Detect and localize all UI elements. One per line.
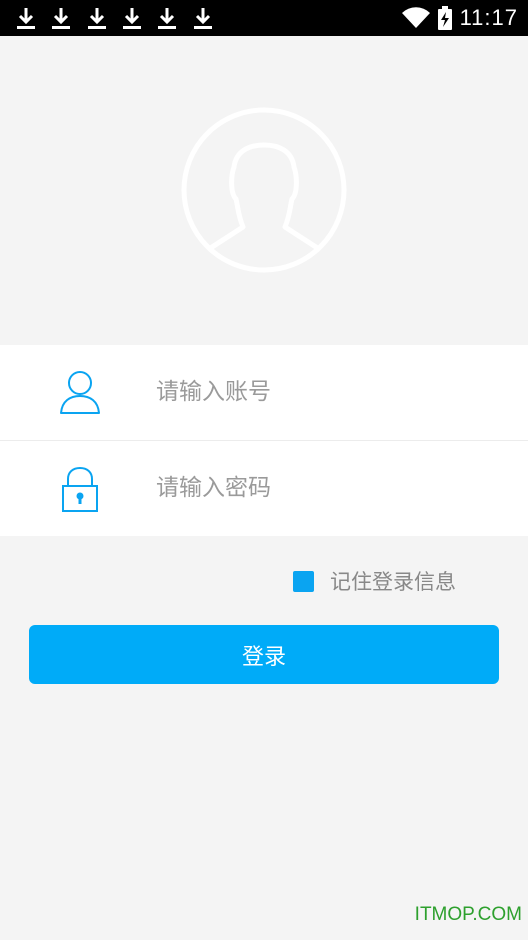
lock-icon — [62, 466, 98, 512]
status-icons: 11:17 — [401, 0, 518, 36]
download-icon — [123, 8, 141, 29]
download-icon — [88, 8, 106, 29]
download-icon — [17, 8, 35, 29]
user-avatar-icon — [181, 107, 347, 273]
account-input[interactable] — [156, 367, 496, 417]
user-icon — [60, 371, 100, 414]
password-input[interactable] — [156, 463, 496, 513]
clock: 11:17 — [459, 5, 518, 30]
download-icon — [194, 8, 212, 29]
password-row[interactable] — [0, 441, 528, 536]
remember-label: 记住登录信息 — [330, 570, 456, 594]
battery-charging-icon — [437, 6, 452, 30]
download-icon — [52, 8, 70, 29]
remember-me[interactable]: 记住登录信息 — [293, 568, 456, 594]
status-bar: 11:17 — [0, 0, 528, 36]
wifi-icon — [401, 7, 430, 29]
avatar-header — [0, 36, 528, 344]
account-row[interactable] — [0, 345, 528, 440]
remember-checkbox[interactable] — [293, 570, 314, 592]
download-icon — [158, 8, 176, 29]
login-button[interactable]: 登录 — [29, 625, 499, 684]
watermark: ITMOP.COM — [414, 904, 522, 925]
